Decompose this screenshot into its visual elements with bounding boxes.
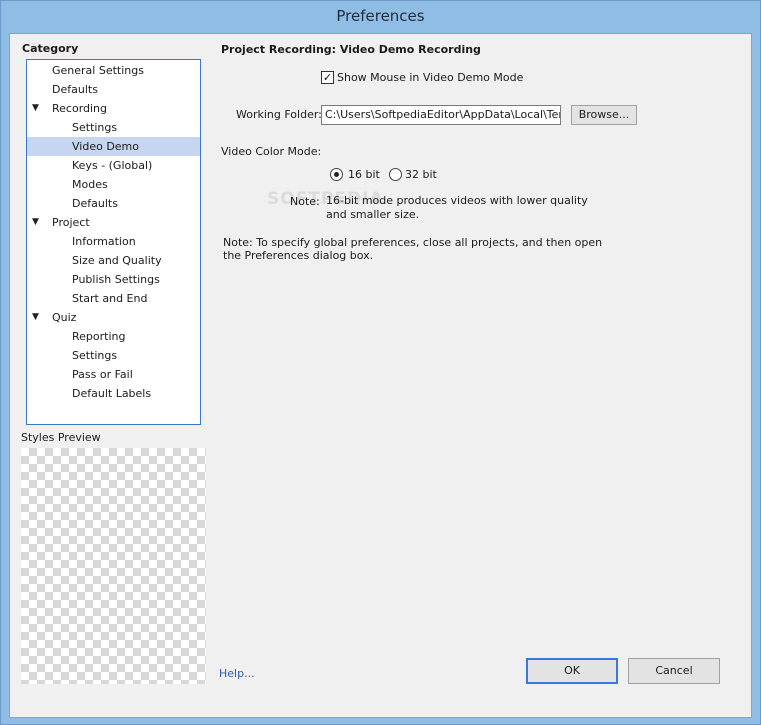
tree-item[interactable]: ▼ Recording bbox=[27, 99, 200, 118]
tree-item-label: Publish Settings bbox=[72, 273, 160, 286]
browse-button[interactable]: Browse... bbox=[571, 105, 637, 125]
tree-item-label: Quiz bbox=[52, 311, 77, 324]
tree-item-label: Defaults bbox=[72, 197, 118, 210]
styles-preview-label: Styles Preview bbox=[21, 431, 101, 444]
radio-selected-dot-icon bbox=[334, 172, 339, 177]
dialog-body: Category General Settings Defaults ▼ Record… bbox=[9, 33, 752, 718]
ok-button[interactable]: OK bbox=[526, 658, 618, 684]
show-mouse-label: Show Mouse in Video Demo Mode bbox=[337, 71, 524, 84]
radio-16bit[interactable] bbox=[330, 168, 343, 181]
tree-item-label: Reporting bbox=[72, 330, 126, 343]
expand-arrow-icon[interactable]: ▼ bbox=[32, 99, 39, 118]
tree-item[interactable]: ▼ Quiz bbox=[27, 308, 200, 327]
tree-item[interactable]: General Settings bbox=[27, 61, 200, 80]
note-label: Note: bbox=[290, 195, 320, 208]
tree-item[interactable]: Size and Quality bbox=[27, 251, 200, 270]
note-line-1: 16-bit mode produces videos with lower q… bbox=[326, 194, 588, 207]
tree-item-label: Settings bbox=[72, 349, 118, 362]
tree-item-label: Keys - (Global) bbox=[72, 159, 153, 172]
tree-item-label: Modes bbox=[72, 178, 108, 191]
tree-item[interactable]: Settings bbox=[27, 118, 200, 137]
show-mouse-checkbox[interactable]: ✓ bbox=[321, 71, 334, 84]
tree-item[interactable]: Keys - (Global) bbox=[27, 156, 200, 175]
tree-item-label: Project bbox=[52, 216, 90, 229]
radio-32bit-label: 32 bit bbox=[405, 168, 437, 181]
help-link[interactable]: Help... bbox=[219, 667, 255, 680]
global-note-line-1: Note: To specify global preferences, clo… bbox=[223, 236, 603, 249]
checkmark-icon: ✓ bbox=[322, 71, 333, 84]
global-note-line-2: the Preferences dialog box. bbox=[223, 249, 374, 262]
tree-item-label: Defaults bbox=[52, 83, 98, 96]
expand-arrow-icon[interactable]: ▼ bbox=[32, 308, 39, 327]
radio-16bit-label: 16 bit bbox=[348, 168, 380, 181]
category-heading: Category bbox=[22, 42, 79, 55]
tree-item-label: Information bbox=[72, 235, 136, 248]
tree-item-label: Default Labels bbox=[72, 387, 152, 400]
tree-item-label: Settings bbox=[72, 121, 118, 134]
color-mode-label: Video Color Mode: bbox=[221, 145, 322, 158]
tree-item[interactable]: Information bbox=[27, 232, 200, 251]
working-folder-input[interactable]: C:\Users\SoftpediaEditor\AppData\Local\T… bbox=[321, 105, 561, 125]
expand-arrow-icon[interactable]: ▼ bbox=[32, 213, 39, 232]
tree-item-label: Size and Quality bbox=[72, 254, 162, 267]
tree-item[interactable]: Start and End bbox=[27, 289, 200, 308]
tree-item[interactable]: Publish Settings bbox=[27, 270, 200, 289]
window-title: Preferences bbox=[336, 7, 425, 25]
tree-item-label: Video Demo bbox=[72, 140, 139, 153]
tree-item-label: Recording bbox=[52, 102, 108, 115]
tree-item[interactable]: Pass or Fail bbox=[27, 365, 200, 384]
tree-item[interactable]: Defaults bbox=[27, 194, 200, 213]
working-folder-label: Working Folder: bbox=[236, 108, 322, 121]
section-title: Project Recording: Video Demo Recording bbox=[221, 43, 481, 56]
tree-item[interactable]: Reporting bbox=[27, 327, 200, 346]
styles-preview-canvas bbox=[21, 448, 206, 684]
tree-item[interactable]: Default Labels bbox=[27, 384, 200, 403]
tree-item[interactable]: ▼ Project bbox=[27, 213, 200, 232]
tree-item-label: General Settings bbox=[52, 64, 144, 77]
radio-32bit[interactable] bbox=[389, 168, 402, 181]
tree-item-label: Pass or Fail bbox=[72, 368, 133, 381]
note-line-2: and smaller size. bbox=[326, 208, 420, 221]
tree-item[interactable]: Modes bbox=[27, 175, 200, 194]
tree-item[interactable]: Video Demo bbox=[27, 137, 200, 156]
tree-item[interactable]: Settings bbox=[27, 346, 200, 365]
tree-item-label: Start and End bbox=[72, 292, 148, 305]
cancel-button[interactable]: Cancel bbox=[628, 658, 720, 684]
tree-item[interactable]: Defaults bbox=[27, 80, 200, 99]
preferences-window: Preferences Category General Settings Def… bbox=[0, 0, 761, 725]
category-tree[interactable]: General Settings Defaults ▼ Recording Settin… bbox=[26, 59, 201, 425]
